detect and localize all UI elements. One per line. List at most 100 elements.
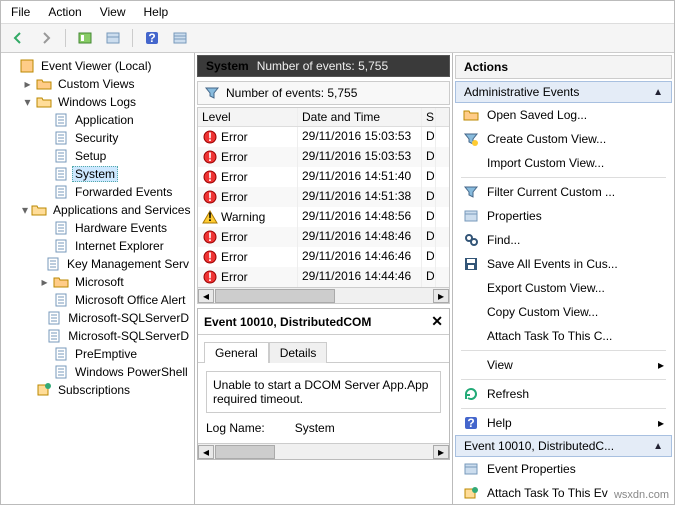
action-event-properties[interactable]: Event Properties xyxy=(455,457,672,481)
action-refresh[interactable]: Refresh xyxy=(455,382,672,406)
menu-action[interactable]: Action xyxy=(48,5,81,19)
collapse-icon[interactable]: ▲ xyxy=(653,87,663,98)
help-button[interactable]: ? xyxy=(141,27,163,49)
svg-text:!: ! xyxy=(208,130,212,144)
action-label: Open Saved Log... xyxy=(487,108,587,122)
action-help[interactable]: ?Help▸ xyxy=(455,411,672,435)
tree-item-internet-explorer[interactable]: Internet Explorer xyxy=(39,237,192,255)
tree-subscriptions[interactable]: Subscriptions xyxy=(22,381,192,399)
tree-item-windows-powershell[interactable]: Windows PowerShell xyxy=(39,363,192,381)
svg-text:!: ! xyxy=(208,170,212,184)
action-properties[interactable]: Properties xyxy=(455,204,672,228)
folder-open-icon xyxy=(31,202,47,218)
action-attach-task-to-this-c[interactable]: Attach Task To This C... xyxy=(455,324,672,348)
table-row[interactable]: !Error29/11/2016 14:48:46D xyxy=(198,227,449,247)
filter-bar: Number of events: 5,755 xyxy=(197,81,450,105)
tree-item-microsoft-sqlserverd[interactable]: Microsoft-SQLServerD xyxy=(39,327,192,345)
action-find[interactable]: Find... xyxy=(455,228,672,252)
toolbar: ? xyxy=(1,24,674,53)
svg-text:?: ? xyxy=(148,31,155,45)
tree-item-system[interactable]: System xyxy=(39,165,192,183)
menu-file[interactable]: File xyxy=(11,5,30,19)
svg-text:!: ! xyxy=(208,210,212,224)
scroll-left-icon[interactable]: ◂ xyxy=(198,289,214,303)
scroll-right-icon[interactable]: ▸ xyxy=(433,289,449,303)
tree-item-label: Key Management Serv xyxy=(64,256,192,272)
scroll-thumb[interactable] xyxy=(215,445,275,459)
table-row[interactable]: !Error29/11/2016 14:46:46D xyxy=(198,247,449,267)
cell-source: D xyxy=(422,127,436,147)
tree-item-microsoft[interactable]: ▸Microsoft xyxy=(39,273,192,291)
detail-scrollbar[interactable]: ◂ ▸ xyxy=(198,443,449,459)
tab-general[interactable]: General xyxy=(204,342,269,363)
tree-item-forwarded-events[interactable]: Forwarded Events xyxy=(39,183,192,201)
actions-section-event[interactable]: Event 10010, DistributedC...▲ xyxy=(455,435,672,457)
collapse-icon[interactable]: ▲ xyxy=(653,441,663,452)
folder-icon xyxy=(53,274,69,290)
tree-windows-logs[interactable]: ▾Windows Logs xyxy=(22,93,192,111)
log-name-label: Log Name: xyxy=(206,421,265,435)
scroll-thumb[interactable] xyxy=(215,289,335,303)
action-open-saved-log[interactable]: Open Saved Log... xyxy=(455,103,672,127)
grid-scrollbar[interactable]: ◂ ▸ xyxy=(198,287,449,303)
menu-view[interactable]: View xyxy=(100,5,126,19)
event-grid[interactable]: Level Date and Time S !Error29/11/2016 1… xyxy=(197,107,450,304)
cell-source: D xyxy=(422,267,436,287)
table-row[interactable]: !Error29/11/2016 14:51:38D xyxy=(198,187,449,207)
forward-button[interactable] xyxy=(35,27,57,49)
table-row[interactable]: !Error29/11/2016 15:03:53D xyxy=(198,127,449,147)
col-source[interactable]: S xyxy=(422,108,436,126)
tree-item-application[interactable]: Application xyxy=(39,111,192,129)
action-copy-custom-view[interactable]: Copy Custom View... xyxy=(455,300,672,324)
tab-details[interactable]: Details xyxy=(269,342,328,363)
table-row[interactable]: !Error29/11/2016 14:51:40D xyxy=(198,167,449,187)
scroll-right-icon[interactable]: ▸ xyxy=(433,445,449,459)
grid-header[interactable]: Level Date and Time S xyxy=(198,108,449,127)
save-icon xyxy=(463,256,479,272)
action-view[interactable]: View▸ xyxy=(455,353,672,377)
close-icon[interactable]: ✕ xyxy=(431,313,443,330)
tree-item-label: Forwarded Events xyxy=(72,184,175,200)
tree-item-key-management-serv[interactable]: Key Management Serv xyxy=(39,255,192,273)
action-import-custom-view[interactable]: Import Custom View... xyxy=(455,151,672,175)
tree-item-hardware-events[interactable]: Hardware Events xyxy=(39,219,192,237)
action-save-all-events-in-cus[interactable]: Save All Events in Cus... xyxy=(455,252,672,276)
col-level[interactable]: Level xyxy=(198,108,298,126)
filter-text: Number of events: 5,755 xyxy=(226,86,357,100)
actions-section-admin[interactable]: Administrative Events▲ xyxy=(455,81,672,103)
col-datetime[interactable]: Date and Time xyxy=(298,108,422,126)
views-button[interactable] xyxy=(102,27,124,49)
tree-item-preemptive[interactable]: PreEmptive xyxy=(39,345,192,363)
event-viewer-icon xyxy=(19,58,35,74)
cell-level: Error xyxy=(221,170,248,184)
svg-text:!: ! xyxy=(208,190,212,204)
cell-source: D xyxy=(422,207,436,227)
tree-item-microsoft-sqlserverd[interactable]: Microsoft-SQLServerD xyxy=(39,309,192,327)
properties-button[interactable] xyxy=(169,27,191,49)
action-create-custom-view[interactable]: Create Custom View... xyxy=(455,127,672,151)
action-label: Help xyxy=(487,416,512,430)
table-row[interactable]: !Warning29/11/2016 14:48:56D xyxy=(198,207,449,227)
action-filter-current-custom[interactable]: Filter Current Custom ... xyxy=(455,180,672,204)
table-row[interactable]: !Error29/11/2016 14:44:46D xyxy=(198,267,449,287)
actions-panel: Actions Administrative Events▲ Open Save… xyxy=(453,53,674,504)
filter-icon xyxy=(204,85,220,101)
action-export-custom-view[interactable]: Export Custom View... xyxy=(455,276,672,300)
log-icon xyxy=(53,346,69,362)
action-label: Save All Events in Cus... xyxy=(487,257,618,271)
scroll-left-icon[interactable]: ◂ xyxy=(198,445,214,459)
tree-custom-views[interactable]: ▸Custom Views xyxy=(22,75,192,93)
warning-icon: ! xyxy=(202,209,218,225)
tree-apps-services[interactable]: ▾Applications and Services xyxy=(22,201,192,219)
tree-item-setup[interactable]: Setup xyxy=(39,147,192,165)
tree-item-microsoft-office-alert[interactable]: Microsoft Office Alert xyxy=(39,291,192,309)
table-row[interactable]: !Error29/11/2016 15:03:53D xyxy=(198,147,449,167)
action-label: Copy Custom View... xyxy=(487,305,598,319)
tree-root[interactable]: Event Viewer (Local) xyxy=(5,57,192,75)
watermark: wsxdn.com xyxy=(614,489,669,501)
menu-help[interactable]: Help xyxy=(144,5,169,19)
tree-item-security[interactable]: Security xyxy=(39,129,192,147)
back-button[interactable] xyxy=(7,27,29,49)
show-hide-tree-button[interactable] xyxy=(74,27,96,49)
detail-description: Unable to start a DCOM Server App.App re… xyxy=(206,371,441,413)
